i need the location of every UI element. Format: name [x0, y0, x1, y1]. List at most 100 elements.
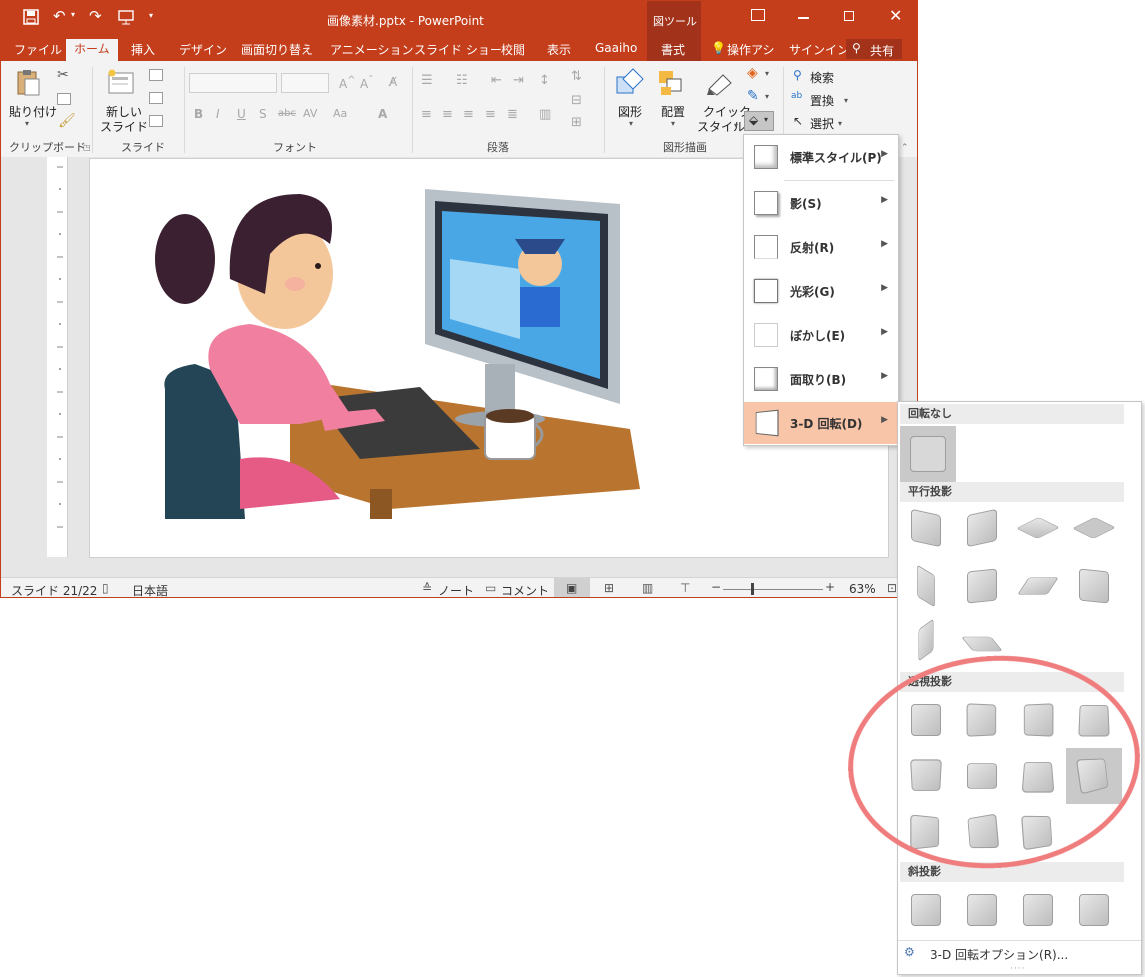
parallel-option-5[interactable]	[908, 564, 944, 608]
arrange-dropdown-icon[interactable]: ▾	[671, 119, 675, 128]
shape-effects-button[interactable]: ⬙ ▾	[744, 111, 774, 131]
align-center-icon[interactable]: ≡	[442, 107, 453, 122]
shadow-text-icon[interactable]: S	[259, 107, 267, 121]
font-size-box[interactable]	[281, 73, 329, 93]
zoom-slider-thumb[interactable]	[751, 583, 754, 595]
quick-style-icon[interactable]	[705, 69, 735, 97]
parallel-option-6[interactable]	[964, 566, 1000, 606]
line-spacing-icon[interactable]: ↕	[539, 73, 550, 88]
paste-button[interactable]: 貼り付け	[9, 103, 57, 120]
tell-me-box[interactable]: 操作アシ	[727, 41, 775, 58]
numbering-icon[interactable]: ☷	[456, 73, 468, 88]
comments-button[interactable]: コメント	[501, 582, 549, 597]
tab-gaaiho[interactable]: Gaaiho	[595, 41, 637, 55]
shapes-button[interactable]: 図形	[618, 103, 642, 120]
italic-icon[interactable]: I	[216, 107, 220, 121]
underline-icon[interactable]: U	[237, 107, 246, 121]
maximize-icon[interactable]	[844, 11, 854, 21]
tab-home[interactable]: ホーム	[66, 39, 118, 61]
tab-animations[interactable]: アニメーション	[330, 41, 414, 58]
notes-button[interactable]: ノート	[438, 582, 474, 597]
change-case-icon[interactable]: Aa	[333, 107, 347, 120]
tab-design[interactable]: デザイン	[179, 41, 227, 58]
shape-outline-dropdown-icon[interactable]: ▾	[765, 92, 769, 101]
replace-button[interactable]: 置換	[810, 92, 834, 109]
collapse-ribbon-icon[interactable]: ⌃	[901, 143, 909, 153]
oblique-option-3[interactable]	[1020, 890, 1056, 930]
find-icon[interactable]: ⚲	[793, 68, 802, 82]
tab-slideshow[interactable]: スライド ショー	[414, 41, 502, 58]
customize-toolbar-icon[interactable]: ▾	[149, 11, 153, 20]
slide-sorter-icon[interactable]: ⊞	[604, 581, 614, 595]
sign-in-link[interactable]: サインイン	[789, 41, 849, 58]
tab-format[interactable]: 書式	[661, 41, 685, 58]
decrease-indent-icon[interactable]: ⇤	[491, 73, 502, 88]
reset-icon[interactable]	[149, 92, 163, 104]
section-icon[interactable]	[149, 115, 163, 127]
tab-insert[interactable]: 挿入	[131, 41, 155, 58]
paste-icon[interactable]	[15, 69, 41, 97]
oblique-option-4[interactable]	[1076, 890, 1112, 930]
zoom-in-icon[interactable]: +	[825, 580, 835, 594]
columns-icon[interactable]: ▥	[539, 107, 551, 122]
close-icon[interactable]: ✕	[889, 6, 902, 25]
smartart-icon[interactable]: ⊞	[571, 115, 582, 130]
zoom-out-icon[interactable]: −	[711, 580, 721, 594]
font-color-icon[interactable]: A	[378, 107, 387, 121]
select-button[interactable]: 選択	[810, 115, 834, 132]
shapes-dropdown-icon[interactable]: ▾	[629, 119, 633, 128]
menu-item-preset[interactable]: 標準スタイル(P) ▶	[744, 136, 898, 178]
zoom-slider[interactable]	[723, 583, 823, 595]
normal-view-button[interactable]: ▣	[554, 578, 590, 597]
parallel-option-1[interactable]	[908, 508, 944, 548]
parallel-option-2[interactable]	[964, 508, 1000, 548]
oblique-option-2[interactable]	[964, 890, 1000, 930]
3d-rotation-options-link[interactable]: 3-D 回転オプション(R)...	[930, 946, 1068, 963]
align-right-icon[interactable]: ≡	[463, 107, 474, 122]
rotation-none-option[interactable]	[900, 426, 956, 482]
tab-file[interactable]: ファイル	[14, 41, 62, 58]
parallel-option-8[interactable]	[1076, 566, 1112, 606]
clear-format-icon[interactable]: A̸	[389, 75, 397, 89]
new-slide-icon[interactable]	[106, 69, 136, 95]
reading-view-icon[interactable]: ▥	[642, 581, 653, 595]
quick-style-dropdown-icon[interactable]: ▾	[734, 121, 738, 130]
distributed-icon[interactable]: ≣	[507, 107, 518, 122]
language-indicator[interactable]: 日本語	[132, 582, 168, 597]
menu-item-shadow[interactable]: 影(S) ▶	[744, 182, 898, 224]
find-button[interactable]: 検索	[810, 69, 834, 86]
menu-item-3d-rotation[interactable]: 3-D 回転(D) ▶	[744, 402, 898, 444]
replace-dropdown-icon[interactable]: ▾	[844, 96, 848, 105]
tab-transitions[interactable]: 画面切り替え	[241, 41, 313, 58]
text-direction-icon[interactable]: ⇅	[571, 69, 582, 84]
menu-item-soft-edges[interactable]: ぼかし(E) ▶	[744, 314, 898, 356]
paste-dropdown-icon[interactable]: ▾	[25, 119, 29, 128]
slideshow-start-icon[interactable]	[117, 9, 135, 25]
new-slide-label-2[interactable]: スライド	[100, 118, 148, 135]
shape-outline-icon[interactable]: ✎	[747, 88, 759, 104]
fit-to-window-icon[interactable]: ⊡	[887, 581, 897, 595]
clipboard-launcher-icon[interactable]: ◳	[83, 143, 91, 152]
increase-indent-icon[interactable]: ⇥	[513, 73, 524, 88]
tab-view[interactable]: 表示	[547, 41, 571, 58]
menu-item-reflection[interactable]: 反射(R) ▶	[744, 226, 898, 268]
shrink-font-icon[interactable]: Aˇ	[360, 75, 373, 91]
parallel-option-3[interactable]	[1016, 508, 1060, 548]
resize-grip-icon[interactable]: ····	[1010, 964, 1025, 974]
proofing-icon[interactable]: ▯	[102, 581, 109, 595]
oblique-option-1[interactable]	[908, 890, 944, 930]
align-text-icon[interactable]: ⊟	[571, 93, 582, 108]
parallel-option-9[interactable]	[908, 618, 944, 662]
zoom-level[interactable]: 63%	[849, 582, 876, 596]
undo-icon[interactable]: ↶	[53, 7, 66, 25]
copy-icon[interactable]	[57, 93, 71, 105]
tab-review[interactable]: 校閲	[501, 41, 525, 58]
select-dropdown-icon[interactable]: ▾	[838, 119, 842, 128]
minimize-icon[interactable]	[798, 17, 809, 19]
menu-item-bevel[interactable]: 面取り(B) ▶	[744, 358, 898, 400]
shapes-icon[interactable]	[615, 67, 645, 97]
char-spacing-icon[interactable]: AV	[303, 107, 317, 120]
shape-fill-dropdown-icon[interactable]: ▾	[765, 69, 769, 78]
share-button[interactable]: ⚲ 共有	[846, 39, 902, 59]
parallel-option-7[interactable]	[1017, 566, 1059, 606]
